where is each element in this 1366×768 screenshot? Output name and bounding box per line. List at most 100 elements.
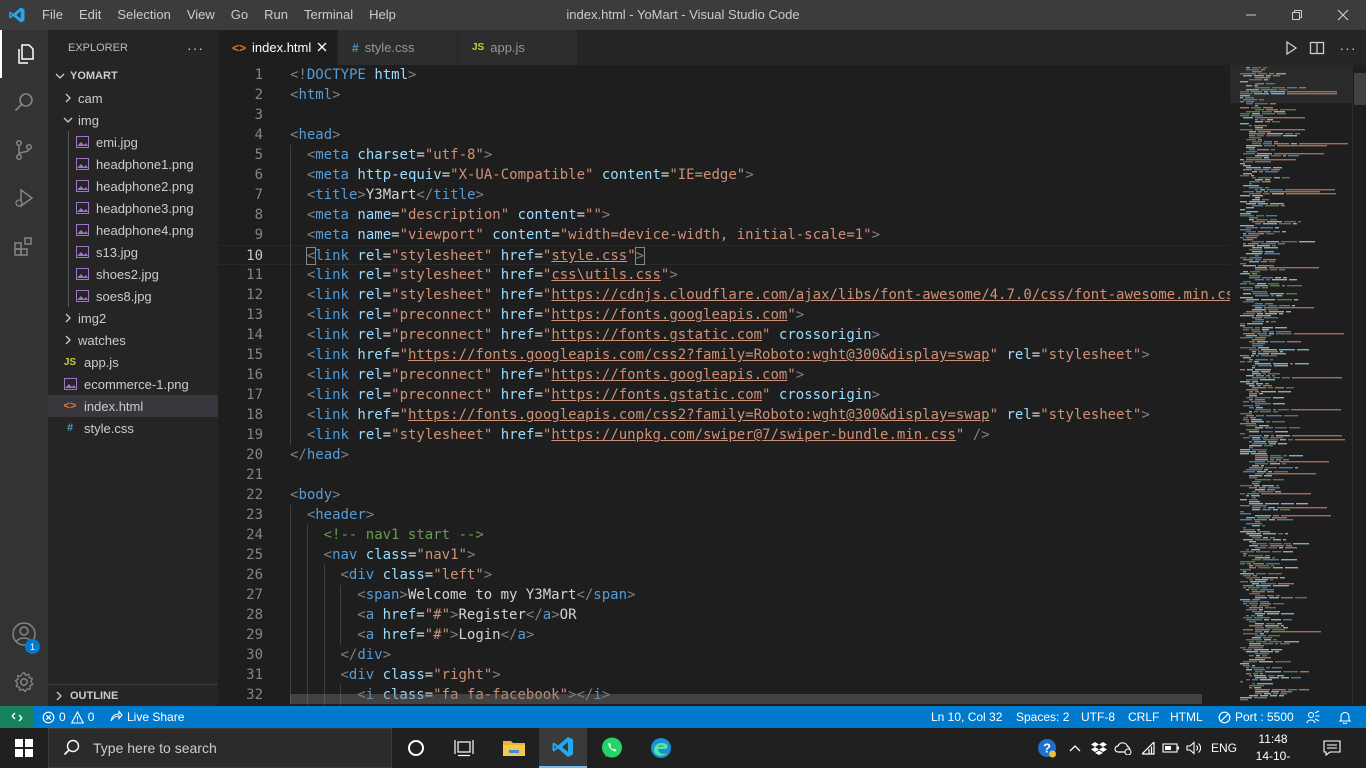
source-control-activity-button[interactable] xyxy=(0,126,48,174)
encoding-button[interactable]: UTF-8 xyxy=(1081,706,1115,728)
code-token: class xyxy=(382,667,425,683)
dropbox-tray-icon[interactable] xyxy=(1088,728,1110,768)
help-tray-button[interactable]: ? xyxy=(1034,728,1060,768)
file-ecommerce-1-png[interactable]: ecommerce-1.png xyxy=(48,373,218,395)
file-app-js[interactable]: JS app.js xyxy=(48,351,218,373)
cortana-button[interactable] xyxy=(392,728,440,768)
code-token: https://fonts.googleapis.com xyxy=(551,367,788,383)
file-style-css[interactable]: # style.css xyxy=(48,417,218,439)
workspace-root-folder[interactable]: YOMART xyxy=(48,65,218,87)
code-token: link xyxy=(315,427,349,443)
vscode-taskbar-button[interactable] xyxy=(539,728,587,768)
menu-selection[interactable]: Selection xyxy=(109,0,178,30)
task-view-button[interactable] xyxy=(440,728,488,768)
menu-run[interactable]: Run xyxy=(256,0,296,30)
code-token: https://cdnjs.cloudflare.com/ajax/libs/f… xyxy=(551,287,1243,303)
tab-style-css[interactable]: # style.css xyxy=(338,30,458,65)
start-button[interactable] xyxy=(0,728,48,768)
remote-indicator-button[interactable] xyxy=(0,706,34,728)
code-token: < xyxy=(357,607,366,623)
problems-button[interactable]: 0 0 xyxy=(42,706,94,728)
split-editor-button[interactable] xyxy=(1304,30,1330,65)
live-server-port-button[interactable]: Port : 5500 xyxy=(1218,706,1294,728)
file-emi-jpg[interactable]: emi.jpg xyxy=(48,131,218,153)
more-actions-button[interactable]: ··· xyxy=(1330,30,1366,65)
menu-file[interactable]: File xyxy=(34,0,71,30)
code-token: <!-- nav1 start --> xyxy=(323,527,484,543)
menu-help[interactable]: Help xyxy=(361,0,404,30)
folder-watches[interactable]: watches xyxy=(48,329,218,351)
code-token: crossorigin xyxy=(778,327,872,343)
notifications-button[interactable] xyxy=(1338,706,1352,728)
code-token: < xyxy=(357,627,366,643)
file-s13-jpg[interactable]: s13.jpg xyxy=(48,241,218,263)
outline-section-header[interactable]: OUTLINE xyxy=(48,684,218,706)
close-window-button[interactable] xyxy=(1320,0,1366,30)
code-token: meta xyxy=(315,227,349,243)
vertical-scrollbar[interactable] xyxy=(1352,65,1366,706)
onedrive-tray-icon[interactable] xyxy=(1112,728,1134,768)
volume-tray-icon[interactable] xyxy=(1184,728,1206,768)
action-center-button[interactable] xyxy=(1318,728,1346,768)
feedback-button[interactable] xyxy=(1306,706,1320,728)
restore-icon xyxy=(1292,10,1302,20)
explorer-more-actions-button[interactable]: ··· xyxy=(187,40,204,56)
code-token: = xyxy=(382,287,392,303)
tab-index-html[interactable]: <> index.html xyxy=(218,30,338,65)
folder-img2[interactable]: img2 xyxy=(48,307,218,329)
manage-activity-button[interactable] xyxy=(0,658,48,706)
file-headphone1-png[interactable]: headphone1.png xyxy=(48,153,218,175)
eol-button[interactable]: CRLF xyxy=(1128,706,1159,728)
file-headphone4-png[interactable]: headphone4.png xyxy=(48,219,218,241)
clock[interactable]: 11:48 14-10-2021 xyxy=(1244,731,1302,768)
edge-taskbar-button[interactable] xyxy=(637,728,685,768)
code-token: = xyxy=(416,627,425,643)
file-headphone3-png[interactable]: headphone3.png xyxy=(48,197,218,219)
accounts-activity-button[interactable]: 1 xyxy=(0,610,48,658)
menu-go[interactable]: Go xyxy=(223,0,256,30)
code-token: link xyxy=(315,407,349,423)
search-activity-button[interactable] xyxy=(0,78,48,126)
close-tab-button[interactable] xyxy=(315,40,329,54)
folder-cam[interactable]: cam xyxy=(48,87,218,109)
run-debug-activity-button[interactable] xyxy=(0,174,48,222)
file-shoes2-jpg[interactable]: shoes2.jpg xyxy=(48,263,218,285)
code-token: href xyxy=(500,307,535,323)
tab-app-js[interactable]: JS app.js xyxy=(458,30,578,65)
minimize-button[interactable] xyxy=(1228,0,1274,30)
menu-terminal[interactable]: Terminal xyxy=(296,0,361,30)
language-mode-button[interactable]: HTML xyxy=(1170,706,1203,728)
file-soes8-jpg[interactable]: soes8.jpg xyxy=(48,285,218,307)
extensions-activity-button[interactable] xyxy=(0,222,48,270)
code-token: <! xyxy=(290,67,307,83)
menu-view[interactable]: View xyxy=(179,0,223,30)
folder-img[interactable]: img xyxy=(48,109,218,131)
battery-tray-icon[interactable] xyxy=(1160,728,1182,768)
explorer-activity-button[interactable] xyxy=(0,30,48,78)
file-headphone2-png[interactable]: headphone2.png xyxy=(48,175,218,197)
indentation-button[interactable]: Spaces: 2 xyxy=(1016,706,1069,728)
live-share-button[interactable]: Live Share xyxy=(109,706,184,728)
code-editor[interactable]: 1 <!DOCTYPE html> 2 <html> 3 4 <head> 5 <meta ch… xyxy=(218,65,1366,706)
minimap-slider[interactable] xyxy=(1230,65,1352,103)
code-token: </ xyxy=(525,607,543,623)
file-explorer-taskbar-button[interactable] xyxy=(490,728,538,768)
cursor-position-button[interactable]: Ln 10, Col 32 xyxy=(931,706,1002,728)
code-token: "viewport" xyxy=(399,227,484,243)
horizontal-scrollbar[interactable] xyxy=(290,694,1202,704)
file-index-html[interactable]: <> index.html xyxy=(48,395,218,417)
code-token: < xyxy=(306,207,316,223)
wifi-tray-icon[interactable] xyxy=(1138,728,1158,768)
scrollbar-thumb[interactable] xyxy=(1354,73,1366,105)
taskbar-search-box[interactable]: Type here to search xyxy=(48,728,392,768)
minimap[interactable] xyxy=(1230,65,1352,706)
code-token: class xyxy=(365,547,408,563)
code-token: title xyxy=(433,187,476,203)
run-button[interactable] xyxy=(1278,30,1304,65)
whatsapp-taskbar-button[interactable] xyxy=(588,728,636,768)
restore-button[interactable] xyxy=(1274,0,1320,30)
show-hidden-icons-button[interactable] xyxy=(1066,728,1084,768)
input-language-button[interactable]: ENG xyxy=(1208,728,1240,768)
code-token: link xyxy=(315,327,349,343)
menu-edit[interactable]: Edit xyxy=(71,0,109,30)
